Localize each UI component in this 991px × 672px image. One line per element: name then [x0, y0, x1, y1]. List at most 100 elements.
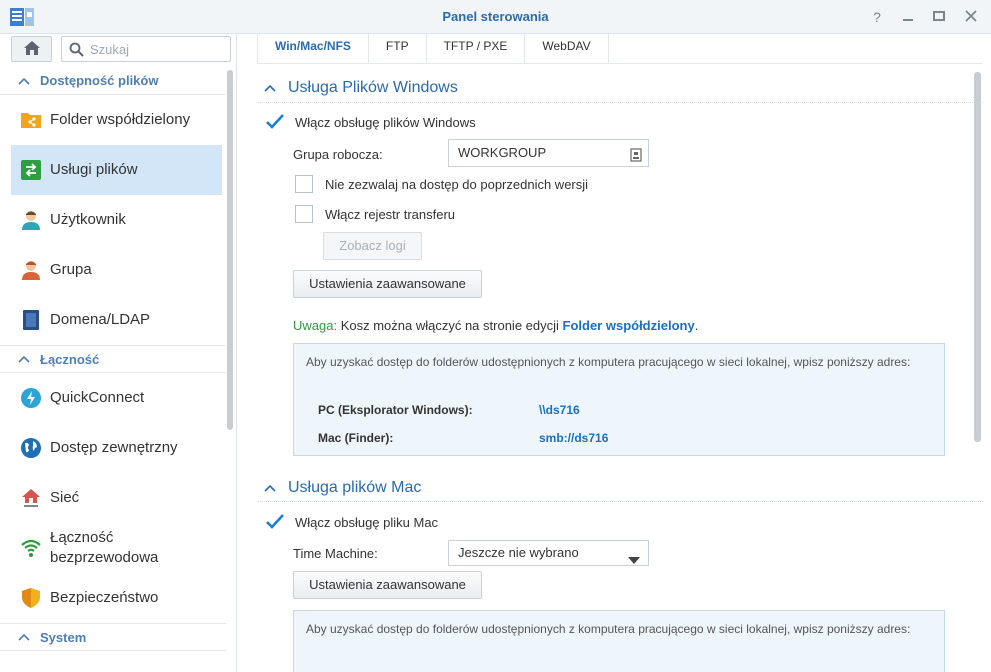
transfer-log-checkbox[interactable] [295, 205, 313, 223]
mac-section-title[interactable]: Usługa plików Mac [264, 477, 421, 499]
sidebar-item-label-line2: bezprzewodowa [50, 549, 159, 566]
sidebar-item-group[interactable]: Grupa [0, 245, 226, 295]
wifi-icon [20, 537, 42, 559]
section-title-text: Usługa Plików Windows [288, 79, 458, 96]
sidebar-item-label: Sieć [50, 489, 80, 506]
shared-folder-link[interactable]: Folder współdzielony [563, 318, 695, 333]
minimize-icon[interactable] [899, 8, 917, 26]
home-button[interactable] [11, 36, 52, 62]
sidebar-item-label: Bezpieczeństwo [50, 589, 159, 606]
sidebar-item-label: Łączność bezprzewodowa [50, 528, 158, 568]
mac-advanced-settings-button[interactable]: Ustawienia zaawansowane [293, 571, 482, 599]
access-info-text: Aby uzyskać dostęp do folderów udostępni… [306, 622, 911, 636]
note-prefix: Uwaga: [293, 318, 338, 333]
tab-win-mac-nfs[interactable]: Win/Mac/NFS [257, 34, 369, 64]
sidebar-item-user[interactable]: Użytkownik [0, 195, 226, 245]
search-icon [69, 42, 84, 60]
file-services-icon [20, 159, 42, 181]
quickconnect-icon [20, 387, 42, 409]
mac-address-label: Mac (Finder): [318, 431, 394, 445]
workgroup-input[interactable]: WORKGROUP [448, 139, 649, 167]
sidebar-item-label: Dostęp zewnętrzny [50, 439, 178, 456]
sidebar-nav: Dostępność plików Folder współdzielony U… [0, 67, 226, 672]
workgroup-value: WORKGROUP [458, 145, 547, 160]
pc-address-label: PC (Eksplorator Windows): [318, 403, 473, 417]
pc-address-value: \\ds716 [539, 403, 580, 417]
section-header-system[interactable]: System [0, 623, 226, 651]
prev-versions-label: Nie zezwalaj na dostęp do poprzednich we… [325, 176, 589, 192]
tab-webdav[interactable]: WebDAV [525, 34, 609, 64]
main-panel: Win/Mac/NFS FTP TFTP / PXE WebDAV Usługa… [238, 34, 991, 672]
time-machine-select[interactable]: Jeszcze nie wybrano [448, 540, 649, 566]
sidebar-item-domain-ldap[interactable]: Domena/LDAP [0, 295, 226, 345]
windows-section-title[interactable]: Usługa Plików Windows [264, 77, 458, 99]
enable-windows-checkbox[interactable] [265, 113, 284, 131]
tab-ftp[interactable]: FTP [369, 34, 427, 64]
view-logs-button[interactable]: Zobacz logi [323, 232, 422, 260]
search-input[interactable] [90, 40, 220, 58]
chevron-up-icon [264, 484, 276, 492]
main-scrollbar[interactable] [974, 72, 981, 442]
sidebar-item-label: Użytkownik [50, 211, 126, 228]
search-box[interactable] [61, 36, 231, 62]
prev-versions-row: Nie zezwalaj na dostęp do poprzednich we… [295, 175, 588, 193]
globe-icon [20, 437, 42, 459]
maximize-icon[interactable] [930, 8, 948, 26]
section-divider [257, 102, 983, 103]
tab-bar: Win/Mac/NFS FTP TFTP / PXE WebDAV [257, 34, 983, 64]
field-menu-icon[interactable] [630, 145, 642, 171]
note-text: Kosz można włączyć na stronie edycji [337, 318, 563, 333]
sidebar-item-label: Folder współdzielony [50, 111, 191, 128]
title-bar: Panel sterowania ? [0, 0, 991, 34]
time-machine-label: Time Machine: [293, 546, 378, 561]
access-info-text: Aby uzyskać dostęp do folderów udostępni… [306, 355, 911, 369]
sidebar-item-external-access[interactable]: Dostęp zewnętrzny [0, 423, 226, 473]
enable-mac-label: Włącz obsługę pliku Mac [295, 514, 439, 530]
section-header-connectivity[interactable]: Łączność [0, 345, 226, 373]
help-icon[interactable]: ? [868, 8, 886, 26]
sidebar-item-label: Usługi plików [50, 161, 138, 178]
sidebar-scrollbar[interactable] [227, 70, 233, 430]
sidebar-item-quickconnect[interactable]: QuickConnect [0, 373, 226, 423]
mac-address-value: smb://ds716 [539, 431, 609, 445]
section-header-file-sharing[interactable]: Dostępność plików [0, 67, 226, 95]
windows-advanced-settings-button[interactable]: Ustawienia zaawansowane [293, 270, 482, 298]
sidebar-item-label: QuickConnect [50, 389, 145, 406]
sidebar-item-wireless[interactable]: Łączność bezprzewodowa [0, 523, 226, 573]
note-suffix: . [694, 318, 699, 333]
sidebar-item-label: Grupa [50, 261, 92, 278]
section-label: Łączność [40, 351, 100, 367]
chevron-up-icon [18, 633, 30, 641]
chevron-up-icon [18, 77, 30, 85]
enable-windows-row: Włącz obsługę plików Windows [265, 113, 476, 131]
sidebar-item-label-line1: Łączność [50, 529, 114, 546]
user-icon [20, 209, 42, 231]
windows-access-info-box: Aby uzyskać dostęp do folderów udostępni… [293, 343, 945, 456]
sidebar-item-security[interactable]: Bezpieczeństwo [0, 573, 226, 623]
prev-versions-checkbox[interactable] [295, 175, 313, 193]
checkmark-icon [266, 514, 284, 529]
section-label: Dostępność plików [40, 73, 159, 88]
section-divider [257, 501, 983, 502]
section-title-text: Usługa plików Mac [288, 479, 422, 496]
dropdown-arrow-icon [628, 549, 640, 573]
network-icon [20, 487, 42, 509]
sidebar-item-network[interactable]: Sieć [0, 473, 226, 523]
enable-mac-checkbox[interactable] [265, 513, 284, 531]
enable-mac-row: Włącz obsługę pliku Mac [265, 513, 438, 531]
home-icon [23, 40, 41, 59]
transfer-log-label: Włącz rejestr transferu [325, 206, 456, 222]
group-icon [20, 259, 42, 281]
checkmark-icon [266, 114, 284, 129]
recycle-bin-note: Uwaga: Kosz można włączyć na stronie edy… [293, 318, 698, 333]
chevron-up-icon [18, 355, 30, 363]
time-machine-value: Jeszcze nie wybrano [458, 545, 579, 560]
sidebar-item-file-services[interactable]: Usługi plików [11, 145, 222, 195]
sidebar-item-label: Domena/LDAP [50, 311, 151, 328]
transfer-log-row: Włącz rejestr transferu [295, 205, 455, 223]
shared-folder-icon [20, 109, 42, 131]
close-icon[interactable] [962, 8, 980, 26]
tab-tftp-pxe[interactable]: TFTP / PXE [427, 34, 526, 64]
sidebar-item-shared-folder[interactable]: Folder współdzielony [0, 95, 226, 145]
enable-windows-label: Włącz obsługę plików Windows [295, 114, 476, 130]
